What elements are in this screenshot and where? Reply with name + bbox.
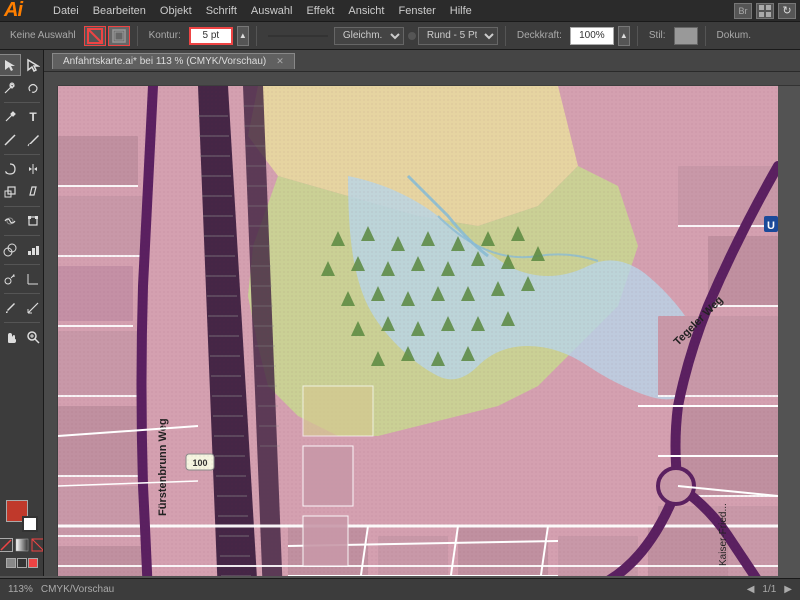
menu-bar: Ai Datei Bearbeiten Objekt Schrift Auswa… xyxy=(0,0,800,22)
stroke-swatch[interactable] xyxy=(22,516,38,532)
eyedropper-tool[interactable] xyxy=(0,297,21,319)
doc-label: Dokum. xyxy=(713,30,755,41)
tool-row-6 xyxy=(0,181,44,203)
menu-effekt[interactable]: Effekt xyxy=(299,3,341,19)
color-area xyxy=(0,496,44,572)
app-logo: Ai xyxy=(4,0,40,22)
sep-1 xyxy=(4,102,40,103)
rotate-tool[interactable] xyxy=(0,158,21,180)
sep3 xyxy=(505,26,506,46)
black-swatch[interactable] xyxy=(17,558,27,568)
tool-row-7 xyxy=(0,210,44,232)
free-transform-tool[interactable] xyxy=(22,210,44,232)
grid-icon[interactable] xyxy=(756,3,774,19)
opacity-input[interactable] xyxy=(570,27,614,45)
menu-bearbeiten[interactable]: Bearbeiten xyxy=(86,3,153,19)
scale-tool[interactable] xyxy=(0,181,21,203)
sep5 xyxy=(705,26,706,46)
graph-tool[interactable] xyxy=(22,239,44,261)
menu-schrift[interactable]: Schrift xyxy=(199,3,244,19)
pencil-tool[interactable] xyxy=(22,129,44,151)
status-bar: 113% CMYK/Vorschau ◀ 1/1 ▶ xyxy=(0,578,800,600)
shear-tool[interactable] xyxy=(22,181,44,203)
menu-auswahl[interactable]: Auswahl xyxy=(244,3,300,19)
line-type-select[interactable]: Gleichm. xyxy=(334,27,404,45)
none-swatch[interactable] xyxy=(0,538,13,552)
sep-4 xyxy=(4,235,40,236)
sep-5 xyxy=(4,264,40,265)
sep-7 xyxy=(4,322,40,323)
stroke-color-btn[interactable] xyxy=(108,26,130,46)
line-tool[interactable] xyxy=(0,129,21,151)
color-mode: CMYK/Vorschau xyxy=(41,584,114,595)
menu-ansicht[interactable]: Ansicht xyxy=(341,3,391,19)
zoom-tool[interactable] xyxy=(22,326,44,348)
magic-wand-tool[interactable] xyxy=(0,77,21,99)
zoom-level: 113% xyxy=(8,584,33,595)
type-tool[interactable]: T xyxy=(22,106,44,128)
menu-fenster[interactable]: Fenster xyxy=(391,3,442,19)
map-canvas[interactable]: U 100 S Fürstenbrunn Weg Spandauer Damm … xyxy=(58,86,778,576)
close-tab-icon[interactable]: ✕ xyxy=(276,56,284,67)
pattern-swatch[interactable] xyxy=(31,538,45,552)
stroke-width-input[interactable] xyxy=(189,27,233,45)
ruler-corner xyxy=(44,72,58,86)
tool-row-10 xyxy=(0,297,44,319)
tool-row-4 xyxy=(0,129,44,151)
opacity-up[interactable]: ▲ xyxy=(618,26,630,46)
grey-swatch[interactable] xyxy=(6,558,16,568)
sync-icon[interactable]: ↻ xyxy=(778,3,796,19)
vertical-ruler xyxy=(44,72,58,576)
warp-tool[interactable] xyxy=(0,210,21,232)
hand-tool[interactable] xyxy=(0,326,21,348)
artboard-nav-prev[interactable]: ◀ xyxy=(747,584,755,595)
tool-row-11 xyxy=(0,326,44,348)
tool-row-2 xyxy=(0,77,44,99)
fill-color-btn[interactable] xyxy=(84,26,106,46)
sep-2 xyxy=(4,154,40,155)
symbol-sprayer-tool[interactable] xyxy=(0,268,21,290)
bridge-icon[interactable]: Br xyxy=(734,3,752,19)
select-tool[interactable] xyxy=(0,54,21,76)
stroke-width-up[interactable]: ▲ xyxy=(237,26,249,46)
red-swatch[interactable] xyxy=(28,558,38,568)
cap-type-select[interactable]: Rund - 5 Pt. xyxy=(418,27,498,45)
direct-select-tool[interactable] xyxy=(22,54,44,76)
sep-3 xyxy=(4,206,40,207)
measure-tool[interactable] xyxy=(22,297,44,319)
tool-row-8 xyxy=(0,239,44,261)
tool-row-5 xyxy=(0,158,44,180)
options-toolbar: Keine Auswahl Kontur: ▲ Gleichm. xyxy=(0,22,800,50)
artboard-counter: 1/1 xyxy=(762,584,776,595)
column-graph-tool[interactable] xyxy=(22,268,44,290)
tool-row-9 xyxy=(0,268,44,290)
doc-tab-item[interactable]: Anfahrtskarte.ai* bei 113 % (CMYK/Vorsch… xyxy=(52,53,295,69)
main-layout: T xyxy=(0,50,800,576)
sep1 xyxy=(137,26,138,46)
doc-tab: Anfahrtskarte.ai* bei 113 % (CMYK/Vorsch… xyxy=(44,50,800,72)
tools-panel: T xyxy=(0,50,44,576)
canvas-area: Anfahrtskarte.ai* bei 113 % (CMYK/Vorsch… xyxy=(44,50,800,576)
selection-label: Keine Auswahl xyxy=(6,30,80,41)
horizontal-ruler xyxy=(58,72,800,86)
menu-hilfe[interactable]: Hilfe xyxy=(443,3,479,19)
sep-6 xyxy=(4,293,40,294)
menu-objekt[interactable]: Objekt xyxy=(153,3,199,19)
shape-builder-tool[interactable] xyxy=(0,239,21,261)
pen-tool[interactable] xyxy=(0,106,21,128)
reflect-tool[interactable] xyxy=(22,158,44,180)
sep2 xyxy=(256,26,257,46)
sep4 xyxy=(637,26,638,46)
lasso-tool[interactable] xyxy=(22,77,44,99)
opacity-label: Deckkraft: xyxy=(513,30,566,41)
gradient-swatch[interactable] xyxy=(15,538,29,552)
artboard-nav-next[interactable]: ▶ xyxy=(784,584,792,595)
style-label: Stil: xyxy=(645,30,670,41)
tool-row-1 xyxy=(0,54,44,76)
menu-datei[interactable]: Datei xyxy=(46,3,86,19)
tool-row-3: T xyxy=(0,106,44,128)
stroke-label: Kontur: xyxy=(145,30,185,41)
